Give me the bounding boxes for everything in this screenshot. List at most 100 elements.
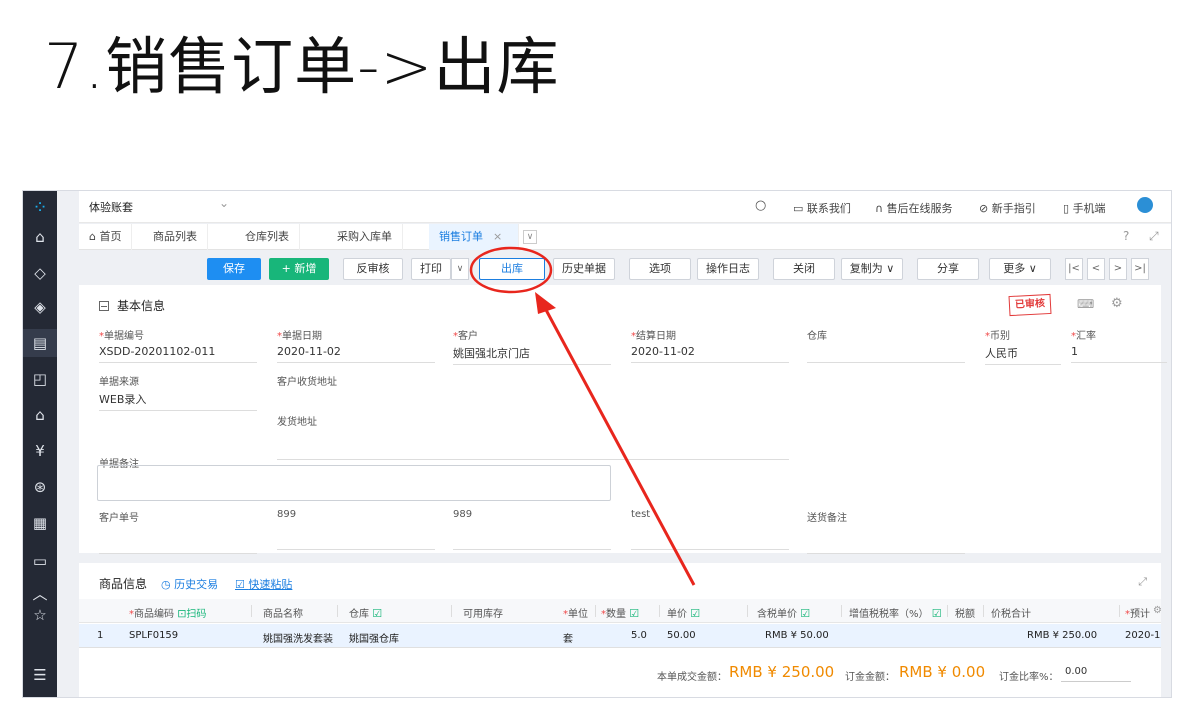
fullscreen-icon[interactable]: ⤢ xyxy=(1149,229,1159,244)
source-field[interactable]: 单据来源 WEB录入 xyxy=(99,373,257,411)
avatar[interactable] xyxy=(1137,197,1153,213)
custom-field-3[interactable]: test xyxy=(631,509,789,550)
star-icon[interactable]: ☆ xyxy=(23,601,57,629)
contact-link[interactable]: ▭ 联系我们 xyxy=(793,200,851,216)
sidebar: ⁘ ⌂ ◇ ◈ ▤ ◰ ⌂ ¥ ⊛ ▦ ▭ ︿ ☆ ☰ xyxy=(23,191,57,697)
ratio-input[interactable]: 0.00 xyxy=(1061,664,1131,682)
add-button[interactable]: + 新增 xyxy=(269,258,329,280)
guide-link[interactable]: ⊘ 新手指引 xyxy=(979,200,1036,216)
receive-address-field[interactable]: 客户收货地址 xyxy=(277,373,789,388)
gear-icon[interactable]: ⚙ xyxy=(1153,605,1162,616)
chart-icon[interactable]: ▦ xyxy=(23,509,57,537)
customer-field[interactable]: *客户 姚国强北京门店 xyxy=(453,327,611,365)
bag-icon[interactable]: ◰ xyxy=(23,365,57,393)
collapse-icon[interactable] xyxy=(99,301,109,311)
mobile-link[interactable]: ▯ 手机端 xyxy=(1063,200,1106,216)
app-logo-icon[interactable]: ⁘ xyxy=(23,193,57,221)
batch-edit-icon[interactable]: ☑ xyxy=(690,607,700,620)
amount-label: 本单成交金额： xyxy=(657,672,727,683)
copy-as-button[interactable]: 复制为 ∨ xyxy=(841,258,903,280)
tag-icon[interactable]: ◈ xyxy=(23,293,57,321)
home-icon: ⌂ xyxy=(89,230,100,243)
delivery-remark-field[interactable]: 送货备注 xyxy=(807,509,965,554)
unaudit-button[interactable]: 反审核 xyxy=(343,258,403,280)
first-record-icon[interactable]: |< xyxy=(1065,258,1083,280)
amount-value: RMB ¥ 250.00 xyxy=(729,663,835,681)
account-selector[interactable]: 体验账套 xyxy=(89,199,133,215)
tab-bar: ⌂ 首页 商品列表 仓库列表 采购入库单 销售订单 × ∨ ? ⤢ xyxy=(79,224,1171,250)
chevron-down-icon: ∨ xyxy=(1025,262,1037,275)
batch-edit-icon[interactable]: ☑ xyxy=(932,607,942,620)
audited-stamp: 已审核 xyxy=(1008,293,1052,317)
custom-field-2[interactable]: 989 xyxy=(453,509,611,550)
share-button[interactable]: 分享 xyxy=(917,258,979,280)
chevron-down-icon[interactable]: ∨ xyxy=(523,230,537,244)
report-icon[interactable]: ▤ xyxy=(23,329,57,357)
remark-textarea[interactable] xyxy=(97,465,611,501)
headset-icon: ∩ xyxy=(875,202,887,215)
help-icon[interactable]: ? xyxy=(1123,229,1129,243)
outbound-button[interactable]: 出库 xyxy=(479,258,545,280)
keyboard-icon[interactable]: ⌨ xyxy=(1077,297,1094,311)
save-button[interactable]: 保存 xyxy=(207,258,261,280)
goods-panel: 商品信息 ◷ 历史交易 ☑ 快速粘贴 ⤢ *商品编码 ⊡扫码 商品名称 仓库 ☑… xyxy=(79,563,1162,697)
custom-field-1[interactable]: 899 xyxy=(277,509,435,550)
next-record-icon[interactable]: > xyxy=(1109,258,1127,280)
table-row[interactable]: 1 SPLF0159 姚国强洗发套装 姚国强仓库 套 5.0 50.00 RMB… xyxy=(79,624,1161,648)
expand-icon[interactable]: ⤢ xyxy=(1138,575,1147,589)
ship-address-field[interactable]: 发货地址 xyxy=(277,413,789,460)
chevron-down-icon[interactable]: ⌄ xyxy=(219,196,229,210)
log-button[interactable]: 操作日志 xyxy=(697,258,759,280)
ticket-icon[interactable]: ▭ xyxy=(23,547,57,575)
chat-icon: ▭ xyxy=(793,202,807,215)
section-title[interactable]: 基本信息 xyxy=(99,297,165,314)
print-dropdown-icon[interactable]: ∨ xyxy=(451,258,469,280)
settle-date-field[interactable]: *结算日期 2020-11-02 xyxy=(631,327,789,363)
close-button[interactable]: 关闭 xyxy=(773,258,835,280)
clock-icon: ◷ xyxy=(161,578,175,591)
col-stock: 可用库存 xyxy=(463,609,503,620)
service-link[interactable]: ∩ 售后在线服务 xyxy=(875,200,953,216)
finance-icon[interactable]: ¥ xyxy=(23,437,57,465)
deposit-value: RMB ¥ 0.00 xyxy=(899,663,986,681)
basic-info-panel: 基本信息 已审核 ⌨ ⚙ *单据编号 XSDD-20201102-011 *单据… xyxy=(79,285,1167,554)
batch-edit-icon[interactable]: ☑ xyxy=(629,607,639,620)
customer-no-field[interactable]: 客户单号 xyxy=(99,509,257,554)
quick-paste-link[interactable]: ☑ 快速粘贴 xyxy=(235,576,292,592)
tab-warehouse-list[interactable]: 仓库列表 xyxy=(235,224,300,250)
tab-sales-order[interactable]: 销售订单 × xyxy=(429,224,519,250)
currency-field[interactable]: *币别 人民币 xyxy=(985,327,1061,365)
tab-product-list[interactable]: 商品列表 xyxy=(143,224,208,250)
warehouse-icon[interactable]: ⌂ xyxy=(23,401,57,429)
doc-no-field[interactable]: *单据编号 XSDD-20201102-011 xyxy=(99,327,257,363)
prev-record-icon[interactable]: < xyxy=(1087,258,1105,280)
history-trade-link[interactable]: ◷ 历史交易 xyxy=(161,576,218,592)
slide-title: 7.销售订单->出库 xyxy=(44,30,560,103)
doc-date-field[interactable]: *单据日期 2020-11-02 xyxy=(277,327,435,363)
diamond-icon[interactable]: ◇ xyxy=(23,259,57,287)
goods-title: 商品信息 xyxy=(99,577,148,591)
options-button[interactable]: 选项 xyxy=(629,258,691,280)
batch-edit-icon[interactable]: ☑ xyxy=(372,607,382,620)
col-code[interactable]: *商品编码 ⊡扫码 xyxy=(129,605,206,620)
print-button[interactable]: 打印 xyxy=(411,258,451,280)
menu-settings-icon[interactable]: ☰ xyxy=(23,661,57,689)
search-icon[interactable]: ○ xyxy=(755,198,766,213)
goods-table-header: *商品编码 ⊡扫码 商品名称 仓库 ☑ 可用库存 *单位 *数量 ☑ 单价 ☑ … xyxy=(79,599,1162,623)
batch-edit-icon[interactable]: ☑ xyxy=(800,607,810,620)
gear-icon[interactable]: ⚙ xyxy=(1111,296,1123,311)
currency-icon[interactable]: ⊛ xyxy=(23,473,57,501)
last-record-icon[interactable]: >| xyxy=(1131,258,1149,280)
ratio-label: 订金比率%： xyxy=(999,672,1059,683)
deposit-label: 订金金额： xyxy=(845,672,895,683)
top-bar: 体验账套 ⌄ ○ ▭ 联系我们 ∩ 售后在线服务 ⊘ 新手指引 ▯ 手机端 xyxy=(79,191,1171,223)
close-icon[interactable]: × xyxy=(493,230,502,243)
more-button[interactable]: 更多 ∨ xyxy=(989,258,1051,280)
store-icon[interactable]: ⌂ xyxy=(23,223,57,251)
tab-purchase-inbound[interactable]: 采购入库单 xyxy=(327,224,403,250)
compass-icon: ⊘ xyxy=(979,202,992,215)
warehouse-field[interactable]: 仓库 xyxy=(807,327,965,363)
history-button[interactable]: 历史单据 xyxy=(553,258,615,280)
tab-home[interactable]: ⌂ 首页 xyxy=(79,224,133,250)
rate-field[interactable]: *汇率 1 xyxy=(1071,327,1167,363)
